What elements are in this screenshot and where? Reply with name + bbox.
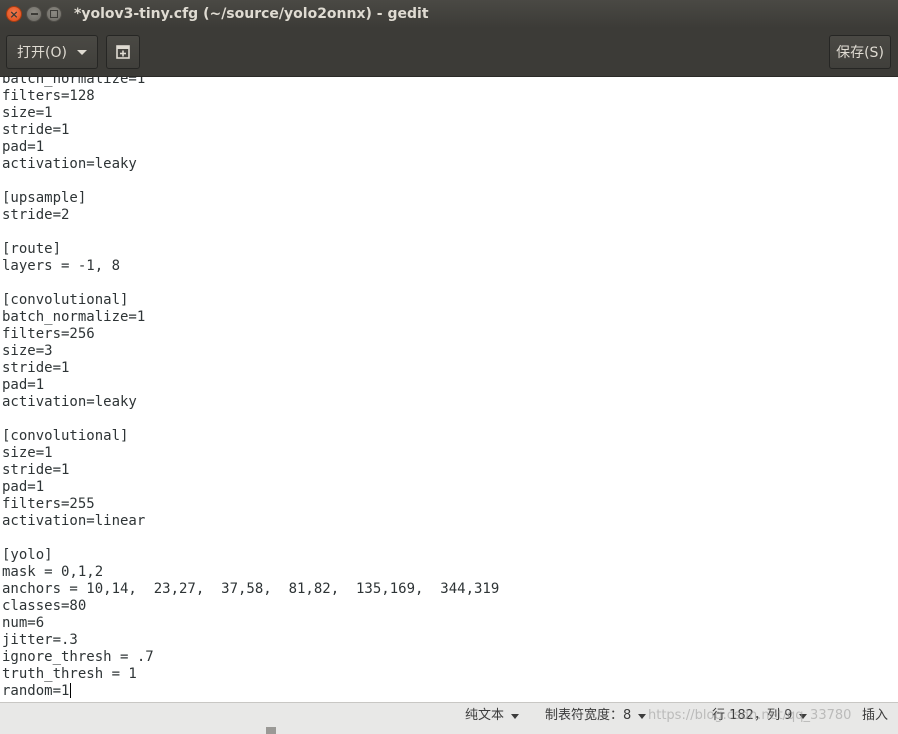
- new-document-icon: [116, 45, 130, 59]
- close-icon: ×: [9, 7, 19, 21]
- editor-line[interactable]: jitter=.3: [2, 632, 499, 649]
- open-button-label: 打开(O): [17, 45, 67, 61]
- editor-line[interactable]: [upsample]: [2, 190, 499, 207]
- editor-line[interactable]: filters=256: [2, 326, 499, 343]
- insert-mode-label: 插入: [862, 708, 889, 723]
- editor-line[interactable]: batch_normalize=1: [2, 77, 499, 88]
- editor-line[interactable]: num=6: [2, 615, 499, 632]
- editor-line[interactable]: activation=linear: [2, 513, 499, 530]
- editor-line[interactable]: ignore_thresh = .7: [2, 649, 499, 666]
- window-title: *yolov3-tiny.cfg (~/source/yolo2onnx) - …: [74, 6, 429, 22]
- editor-line[interactable]: batch_normalize=1: [2, 309, 499, 326]
- editor-line[interactable]: [route]: [2, 241, 499, 258]
- editor-line[interactable]: mask = 0,1,2: [2, 564, 499, 581]
- chevron-down-icon: [799, 713, 808, 719]
- editor-line[interactable]: [2, 530, 499, 547]
- editor-line[interactable]: size=3: [2, 343, 499, 360]
- minimize-icon: [30, 13, 38, 15]
- header-bar: 打开(O) 保存(S): [0, 28, 898, 77]
- editor-line[interactable]: pad=1: [2, 479, 499, 496]
- save-button[interactable]: 保存(S): [829, 35, 891, 69]
- editor-line[interactable]: stride=1: [2, 122, 499, 139]
- editor-line[interactable]: stride=2: [2, 207, 499, 224]
- language-label: 纯文本: [465, 708, 505, 723]
- editor-line[interactable]: size=1: [2, 445, 499, 462]
- text-editor[interactable]: batch_normalize=1 filters=128 size=1 stride…: [0, 77, 898, 702]
- editor-line[interactable]: anchors = 10,14, 23,27, 37,58, 81,82, 13…: [2, 581, 499, 598]
- chevron-down-icon: [511, 713, 520, 719]
- language-selector[interactable]: 纯文本: [465, 703, 520, 729]
- editor-line[interactable]: [2, 275, 499, 292]
- gedit-window: × *yolov3-tiny.cfg (~/source/yolo2onnx) …: [0, 0, 898, 734]
- editor-line[interactable]: pad=1: [2, 139, 499, 156]
- editor-line[interactable]: classes=80: [2, 598, 499, 615]
- text-cursor: [70, 683, 72, 698]
- maximize-window-button[interactable]: [46, 6, 62, 22]
- minimize-window-button[interactable]: [26, 6, 42, 22]
- tab-width-label: 制表符宽度：: [545, 708, 624, 723]
- editor-text[interactable]: batch_normalize=1 filters=128 size=1 stride…: [2, 77, 499, 700]
- cursor-position[interactable]: 行 182，列 9: [712, 703, 808, 729]
- title-bar: × *yolov3-tiny.cfg (~/source/yolo2onnx) …: [0, 0, 898, 28]
- tab-width-value: 8: [623, 708, 632, 723]
- scrollbar-stub[interactable]: [266, 727, 276, 734]
- tab-width-selector[interactable]: 制表符宽度： 8: [545, 703, 647, 729]
- save-button-label: 保存(S): [836, 45, 884, 61]
- status-bar: 纯文本 制表符宽度： 8 行 182，列 9 插入 https://blog.c…: [0, 702, 898, 734]
- editor-line[interactable]: [convolutional]: [2, 428, 499, 445]
- editor-line[interactable]: filters=255: [2, 496, 499, 513]
- editor-line[interactable]: activation=leaky: [2, 156, 499, 173]
- open-button[interactable]: 打开(O): [6, 35, 98, 69]
- chevron-down-icon: [638, 713, 647, 719]
- chevron-down-icon: [76, 49, 87, 55]
- editor-line[interactable]: stride=1: [2, 462, 499, 479]
- editor-line[interactable]: truth_thresh = 1: [2, 666, 499, 683]
- editor-line[interactable]: pad=1: [2, 377, 499, 394]
- insert-mode-indicator: 插入: [862, 703, 888, 729]
- maximize-icon: [50, 10, 58, 18]
- editor-line[interactable]: layers = -1, 8: [2, 258, 499, 275]
- editor-line[interactable]: [yolo]: [2, 547, 499, 564]
- editor-line[interactable]: [2, 411, 499, 428]
- editor-line[interactable]: size=1: [2, 105, 499, 122]
- editor-line[interactable]: [2, 224, 499, 241]
- close-window-button[interactable]: ×: [6, 6, 22, 22]
- editor-line[interactable]: stride=1: [2, 360, 499, 377]
- editor-line[interactable]: random=1: [2, 683, 499, 700]
- cursor-position-label: 行 182，列 9: [712, 708, 793, 723]
- new-document-button[interactable]: [106, 35, 140, 69]
- editor-line[interactable]: filters=128: [2, 88, 499, 105]
- editor-line[interactable]: [2, 173, 499, 190]
- editor-line[interactable]: [convolutional]: [2, 292, 499, 309]
- editor-line[interactable]: activation=leaky: [2, 394, 499, 411]
